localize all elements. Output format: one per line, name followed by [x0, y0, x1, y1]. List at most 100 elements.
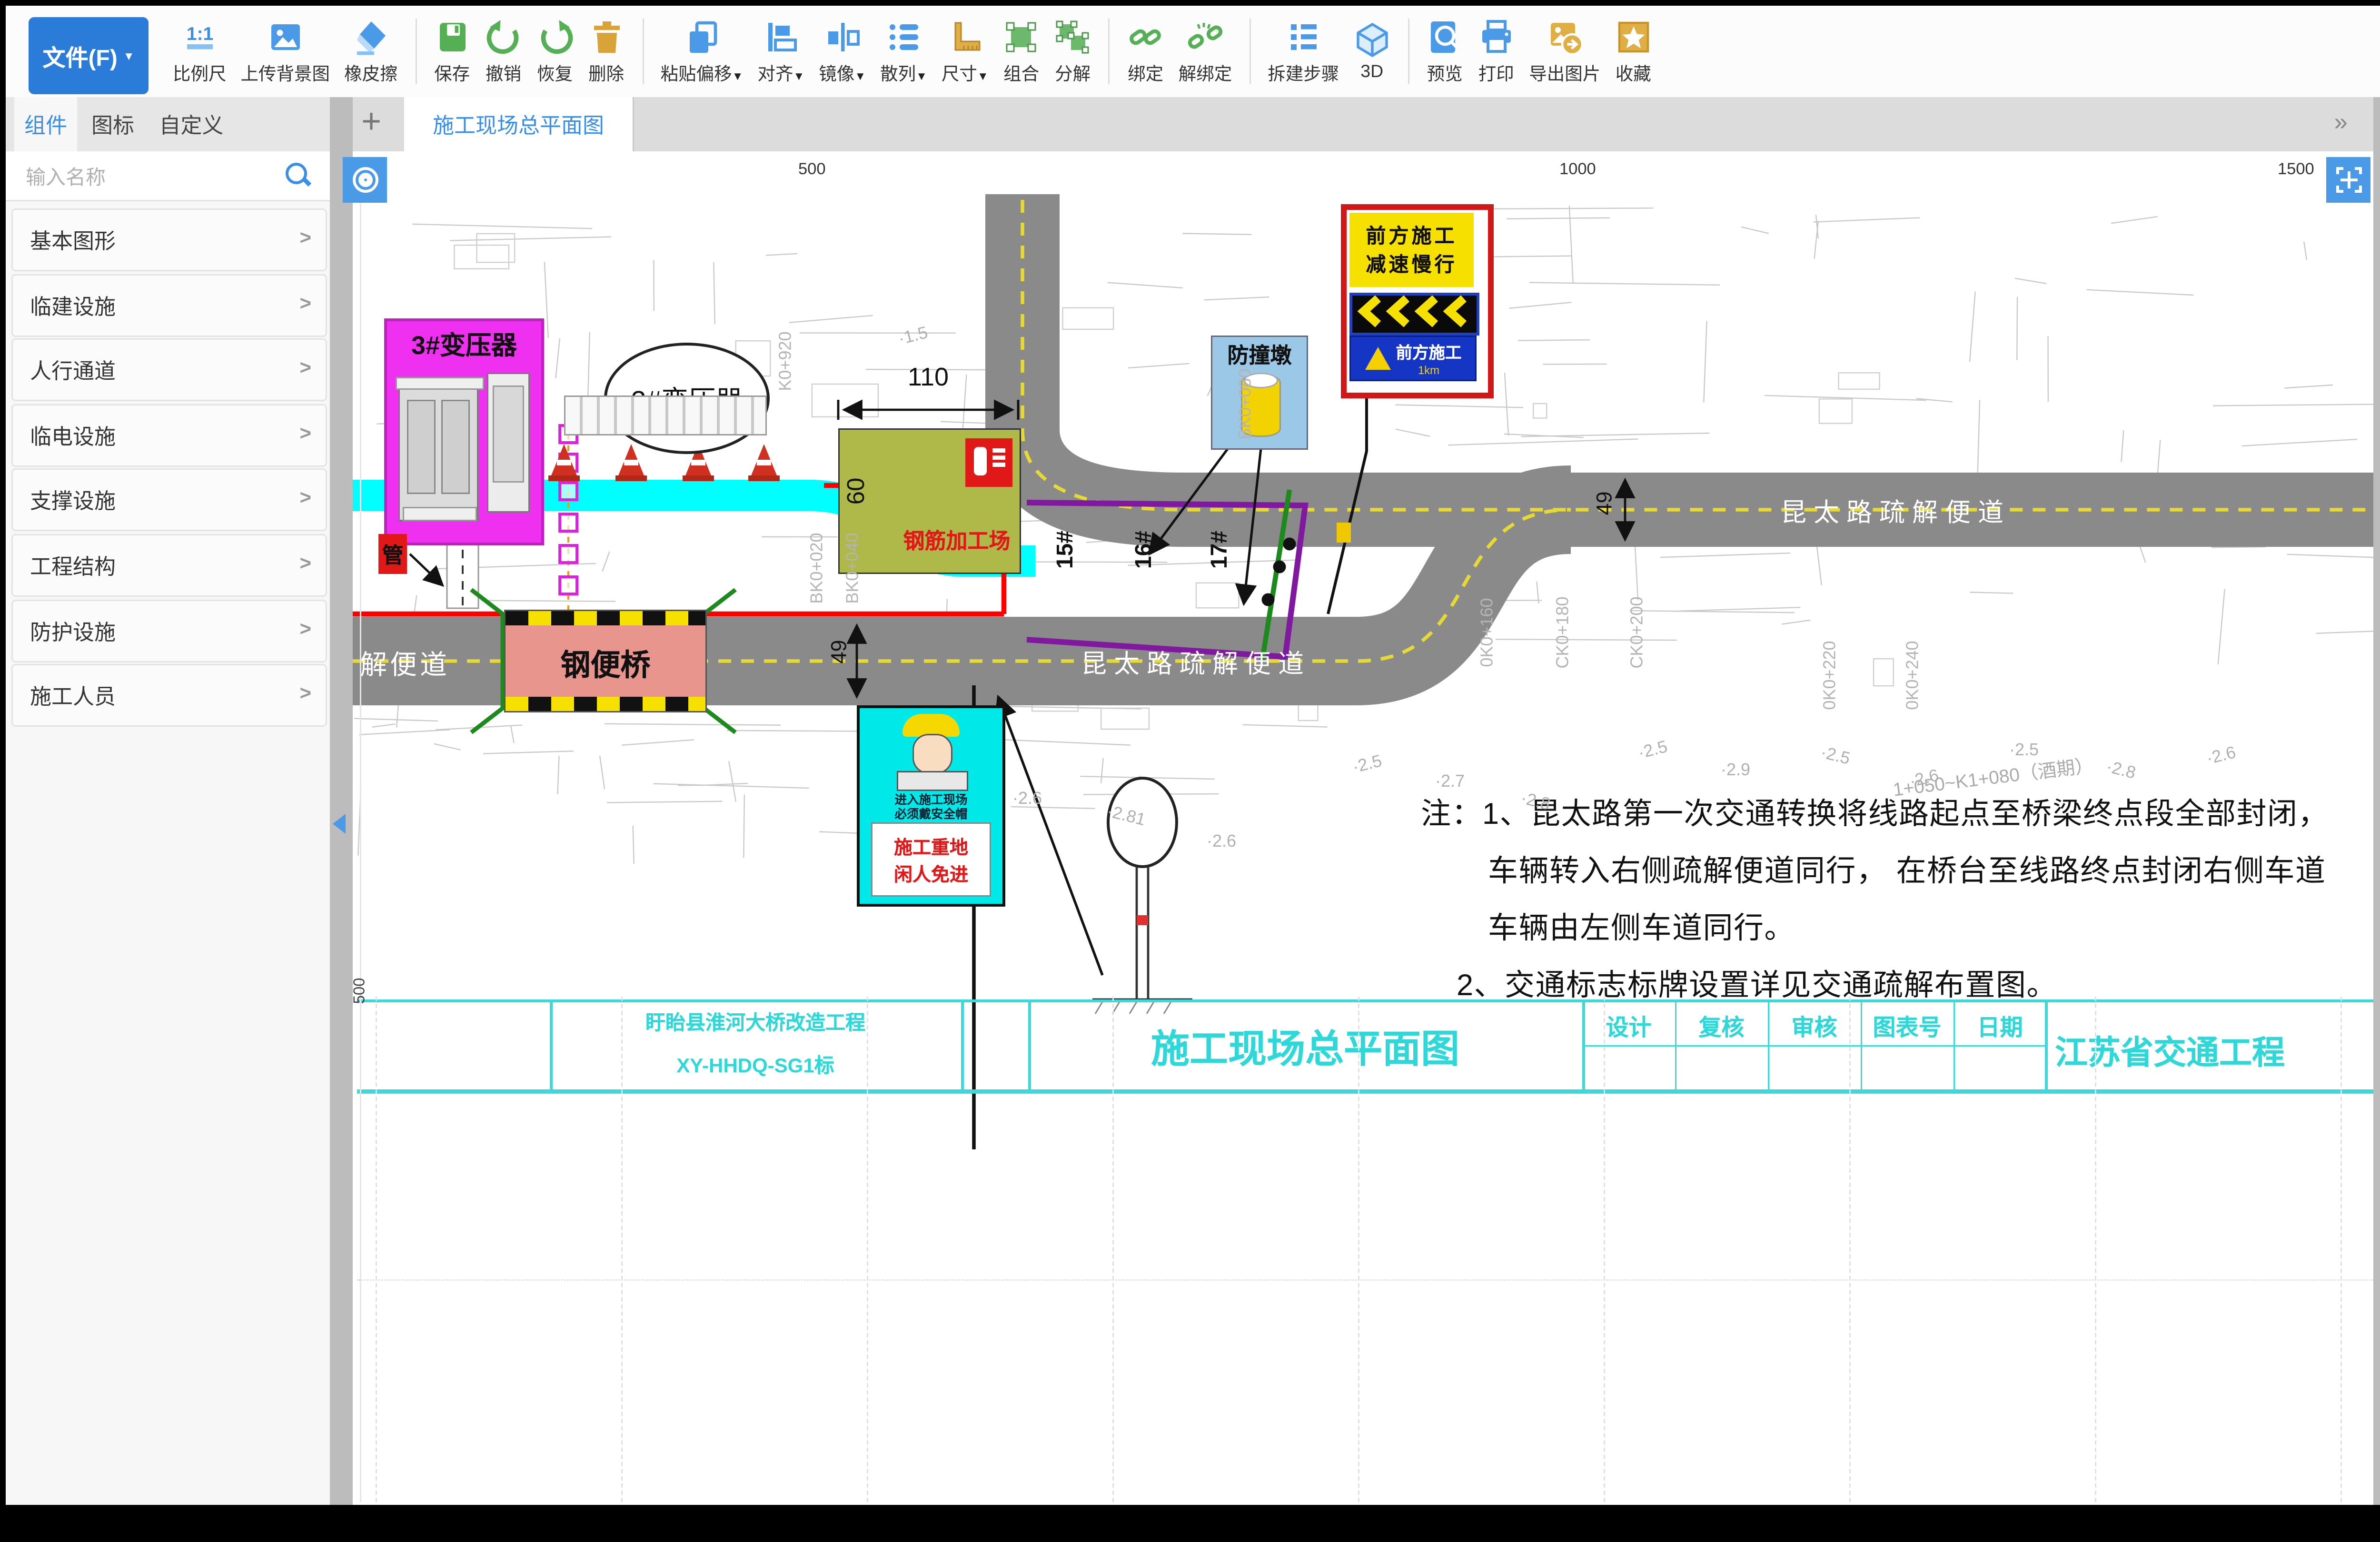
- dim-110-label: 110: [885, 363, 971, 393]
- ruler-button[interactable]: 尺寸▼: [934, 7, 996, 96]
- toolbar-button-label: 对齐▼: [757, 58, 804, 85]
- svg-text:1:1: 1:1: [186, 23, 213, 44]
- sidebar-category-4[interactable]: 临电设施>: [11, 404, 327, 466]
- image-button[interactable]: 上传背景图: [234, 7, 337, 96]
- horizontal-ruler: 50010001500: [353, 151, 2373, 196]
- toolbar-button-label: 删除: [588, 58, 624, 85]
- preview-button[interactable]: 预览: [1419, 7, 1470, 96]
- collapse-left-arrow[interactable]: [333, 814, 346, 834]
- category-label: 基本图形: [30, 226, 116, 256]
- document-tab[interactable]: 施工现场总平面图: [404, 97, 634, 151]
- bind-button[interactable]: 绑定: [1120, 7, 1171, 96]
- dim-49-right-label: 49: [1593, 482, 1617, 525]
- document-tab-label: 施工现场总平面图: [433, 109, 604, 139]
- titleblock-col-4: 图表号: [1861, 1008, 1954, 1042]
- worker-shoulders: [897, 771, 968, 791]
- grid-dash-line: [2095, 997, 2096, 1502]
- drawing-surface[interactable]: 3#变压器 3#变压器: [353, 194, 2373, 1505]
- new-tab-button[interactable]: +: [361, 103, 381, 143]
- print-button[interactable]: 打印: [1470, 7, 1522, 96]
- toolbar-button-label: 镜像▼: [819, 58, 866, 85]
- toolbar-button-label: 恢复: [537, 58, 573, 85]
- ruler-icon: [946, 18, 983, 55]
- worker-face: [912, 734, 952, 774]
- toolbar-button-label: 组合: [1003, 58, 1039, 85]
- save-button[interactable]: 保存: [426, 7, 478, 96]
- category-label: 人行通道: [30, 356, 116, 386]
- align-button[interactable]: 对齐▼: [750, 7, 812, 96]
- fire-extinguisher-sign: [965, 438, 1012, 487]
- ungroup-button[interactable]: 分解: [1047, 7, 1099, 96]
- unbind-icon: [1187, 18, 1224, 55]
- construction-sign[interactable]: 前方施工 减速慢行 前方施工 1km: [1341, 204, 1494, 398]
- temporary-buildings[interactable]: [564, 395, 767, 435]
- sidebar-tab-1[interactable]: 组件: [14, 97, 77, 151]
- sidebar-category-8[interactable]: 施工人员>: [11, 664, 327, 727]
- spot-elevation: ·2.5: [2009, 740, 2039, 760]
- trash-button[interactable]: 删除: [581, 7, 632, 96]
- grid-dash-line: [867, 997, 868, 1502]
- export-button[interactable]: 导出图片: [1522, 7, 1607, 96]
- align-icon: [763, 18, 800, 55]
- station-label: 0K0+160: [1477, 598, 1497, 667]
- scatter-button[interactable]: 散列▼: [873, 7, 934, 96]
- pier-label-1: 15#: [1054, 518, 1080, 581]
- sidebar-tab-3[interactable]: 自定义: [149, 97, 234, 151]
- diagonal-leader: [998, 697, 1102, 975]
- anti-collision-box[interactable]: 防撞墩: [1211, 336, 1308, 450]
- worker-safety-sign[interactable]: 进入施工现场 必须戴安全帽 施工重地 闲人免进: [857, 705, 1005, 907]
- grid-dash-line: [1604, 997, 1605, 1502]
- chevron-right-icon: >: [299, 226, 311, 248]
- right-gutter[interactable]: [2373, 97, 2380, 1505]
- toolbar-separator: [1249, 19, 1250, 84]
- steps-button[interactable]: 拆建步骤: [1260, 7, 1346, 96]
- note-line-2: 车辆转入右侧疏解便道同行， 在桥台至线路终点封闭右侧车道: [1488, 848, 2326, 891]
- mirror-button[interactable]: 镜像▼: [812, 7, 873, 96]
- steel-bridge-box[interactable]: 钢便桥: [504, 610, 707, 712]
- chevron-panel: [1349, 293, 1479, 336]
- rebar-yard-label: 钢筋加工场: [892, 525, 1021, 555]
- pipe-leader-arrow: [410, 554, 443, 585]
- search-placeholder: 输入名称: [26, 163, 106, 191]
- file-menu-button[interactable]: 文件(F) ▼: [29, 17, 149, 94]
- redo-button[interactable]: 恢复: [529, 7, 581, 96]
- sidebar-category-2[interactable]: 临建设施>: [11, 274, 327, 336]
- sidebar-tab-2[interactable]: 图标: [77, 97, 149, 151]
- toolbar-button-label: 打印: [1478, 58, 1514, 85]
- sign-blue-text: 前方施工: [1396, 341, 1462, 364]
- warning-triangle-icon: [1365, 347, 1390, 370]
- tab-overflow-icon[interactable]: »: [2334, 109, 2348, 137]
- paste-button[interactable]: 粘贴偏移▼: [654, 7, 751, 96]
- transformer-cabinet-1: [398, 384, 478, 521]
- ruler-mark-1000: 1000: [1559, 161, 1596, 178]
- undo-button[interactable]: 撤销: [478, 7, 529, 96]
- left-gutter[interactable]: [330, 97, 353, 1505]
- circle-tool-icon: [352, 167, 378, 193]
- eraser-button[interactable]: 橡皮擦: [337, 7, 405, 96]
- preview-icon: [1426, 18, 1463, 55]
- save-icon: [434, 18, 471, 55]
- search-input[interactable]: 输入名称: [6, 151, 330, 201]
- scale-button[interactable]: 1:1比例尺: [166, 7, 234, 96]
- sidebar-category-7[interactable]: 防护设施>: [11, 599, 327, 662]
- sidebar-category-1[interactable]: 基本图形 >: [11, 208, 327, 271]
- pipe-red-label[interactable]: 管: [378, 534, 407, 574]
- dim-49-left-label: 49: [828, 631, 852, 673]
- locate-button[interactable]: [2326, 157, 2370, 203]
- cube-button[interactable]: 3D: [1346, 7, 1398, 96]
- component-sidebar: 组件图标自定义 输入名称 基本图形 > 临建设施>人行通道>临电设施>支撑设施>工程…: [6, 97, 330, 1505]
- ellipse-tool-button[interactable]: [343, 157, 387, 203]
- anti-collision-label: 防撞墩: [1212, 340, 1307, 370]
- caret-down-icon: ▼: [123, 49, 135, 62]
- sidebar-category-5[interactable]: 支撑设施>: [11, 469, 327, 532]
- group-button[interactable]: 组合: [996, 7, 1047, 96]
- search-icon[interactable]: [286, 163, 307, 184]
- sidebar-category-3[interactable]: 人行通道>: [11, 339, 327, 402]
- unbind-button[interactable]: 解绑定: [1171, 7, 1240, 96]
- transformer-station-box[interactable]: 3#变压器: [384, 318, 544, 545]
- titleblock-col-2: 复核: [1675, 1008, 1768, 1042]
- file-menu-label: 文件(F): [42, 39, 117, 73]
- star-button[interactable]: 收藏: [1607, 7, 1659, 96]
- sidebar-category-6[interactable]: 工程结构>: [11, 534, 327, 597]
- titleblock-col-5: 日期: [1954, 1008, 2046, 1042]
